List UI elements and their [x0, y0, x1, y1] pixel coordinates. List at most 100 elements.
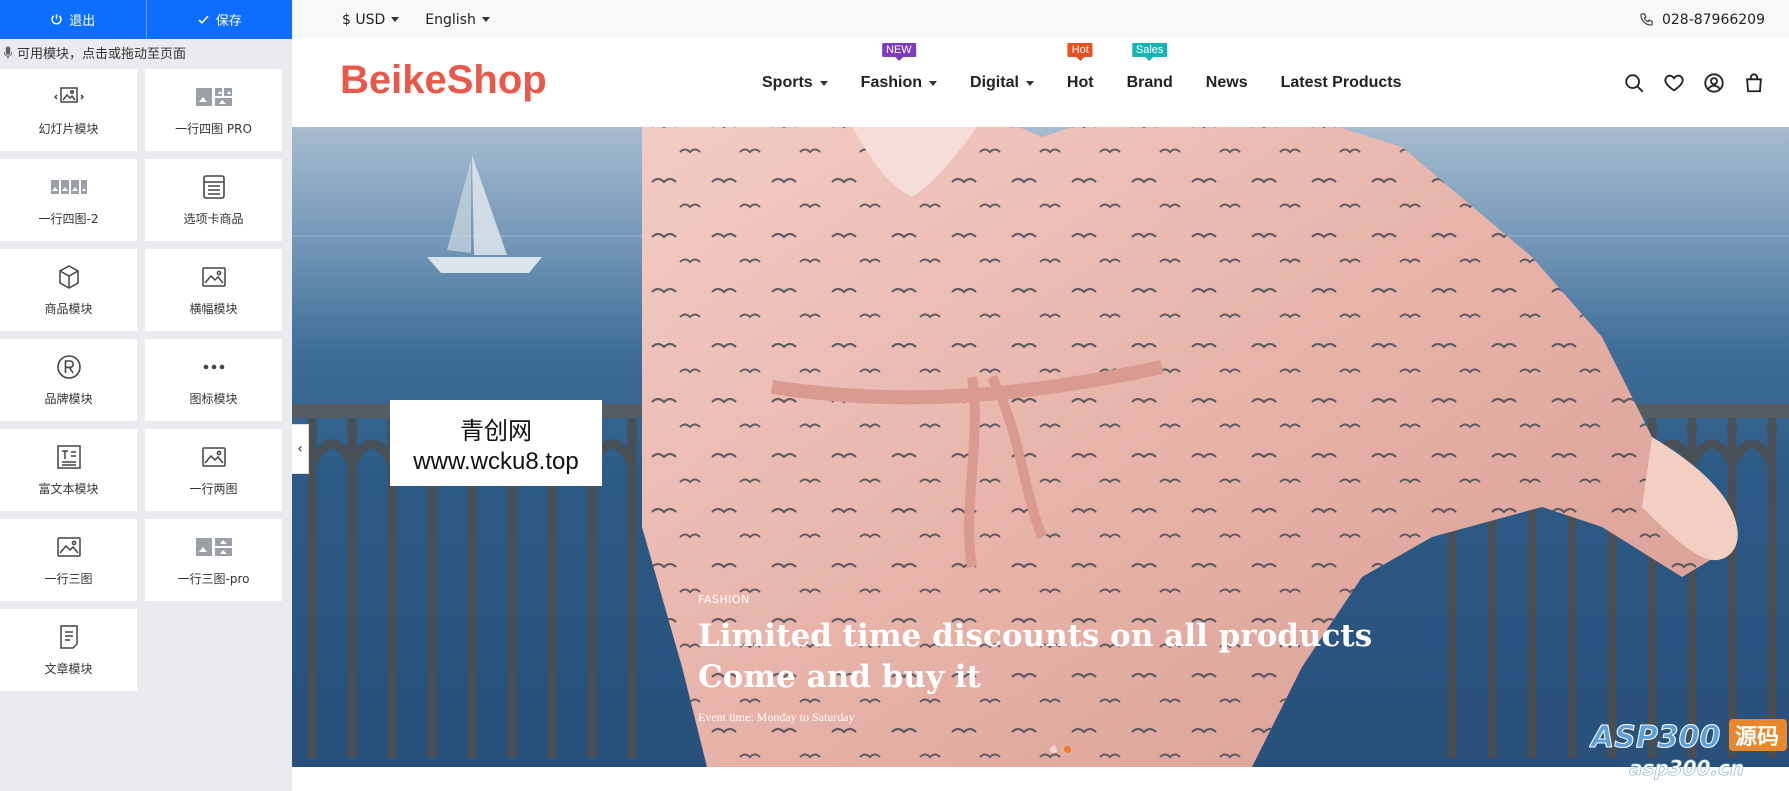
slideshow-icon — [53, 84, 84, 110]
nav-item-digital[interactable]: Digital — [970, 74, 1034, 92]
registered-brand-icon — [56, 354, 82, 380]
module-tile-label: 一行两图 — [189, 481, 238, 496]
currency-dropdown[interactable]: $ USD — [342, 11, 400, 28]
watermark-box: 青创网 www.wcku8.top — [390, 400, 602, 486]
module-tile-label: 幻灯片模块 — [38, 121, 99, 136]
nav-item-label: Latest Products — [1280, 74, 1402, 91]
asp300-watermark-logo: ASP300 源码 asp300.cn — [1589, 719, 1787, 780]
module-tile-label: 横幅模块 — [189, 301, 238, 316]
wishlist-heart-icon[interactable] — [1663, 72, 1685, 94]
module-tile[interactable]: 横幅模块 — [145, 249, 282, 331]
slide-dot-1[interactable] — [1050, 746, 1057, 753]
module-tile[interactable]: 一行四图-2 — [0, 159, 137, 241]
hero-title-line-2: Come and buy it — [698, 659, 981, 695]
two-images-icon — [201, 444, 227, 470]
module-tile-label: 一行三图 — [44, 571, 93, 586]
rich-text-icon — [56, 444, 82, 470]
chevron-left-icon: ‹ — [297, 441, 303, 457]
microphone-icon — [3, 45, 13, 59]
caret-down-icon — [819, 80, 828, 86]
article-icon — [57, 624, 81, 650]
store-preview: $ USD English 028-87966209 BeikeShop Spo… — [292, 0, 1789, 791]
caret-down-icon — [929, 80, 938, 86]
watermark-line-2: www.wcku8.top — [413, 447, 579, 475]
module-tile-label: 选项卡商品 — [183, 211, 244, 226]
module-tile[interactable]: 品牌模块 — [0, 339, 137, 421]
nav-badge: Sales — [1131, 43, 1168, 57]
account-user-icon[interactable] — [1703, 72, 1725, 94]
slider-pagination — [1050, 746, 1071, 753]
module-tile-label: 商品模块 — [44, 301, 93, 316]
module-tile[interactable]: 一行三图-pro — [145, 519, 282, 601]
nav-item-brand[interactable]: Brand Sales — [1126, 43, 1173, 92]
module-tile-label: 文章模块 — [44, 661, 93, 676]
nav-item-label: Digital — [970, 74, 1019, 91]
three-images-pro-icon — [195, 534, 232, 560]
svg-text:源码: 源码 — [1735, 725, 1779, 750]
modules-hint: 可用模块，点击或拖动至页面 — [0, 39, 292, 65]
page: 退出 保存 可用模块，点击或拖动至页面 幻灯片模块 一行四图 PRO 一行四图-2 选… — [0, 0, 1789, 791]
four-images-icon — [50, 174, 87, 200]
check-icon — [198, 15, 209, 24]
currency-label: $ USD — [342, 11, 386, 28]
nav-item-sports[interactable]: Sports — [762, 74, 828, 92]
sailboat-illustration — [427, 155, 542, 273]
slide-dot-2[interactable] — [1064, 746, 1071, 753]
language-dropdown[interactable]: English — [425, 12, 490, 28]
module-tile[interactable]: 一行三图 — [0, 519, 137, 601]
module-tile-label: 富文本模块 — [38, 481, 99, 496]
phone-number: 028-87966209 — [1661, 11, 1765, 28]
banner-image-icon — [201, 264, 227, 290]
hero-subtitle: Event time: Monday to Saturday — [698, 710, 855, 724]
nav-badge: NEW — [882, 43, 916, 57]
editor-toolbar: 退出 保存 — [0, 0, 292, 39]
module-tile-label: 一行四图-2 — [38, 211, 99, 226]
module-tile[interactable]: 一行两图 — [145, 429, 282, 511]
nav-item-label: News — [1205, 74, 1248, 91]
nav-item-label: Hot — [1066, 74, 1094, 91]
module-tile[interactable]: 幻灯片模块 — [0, 69, 137, 151]
main-nav: Sports Fashion NEW Digital Hot Hot Brand Sales N… — [762, 39, 1402, 127]
four-images-pro-icon — [195, 84, 232, 110]
nav-item-news[interactable]: News — [1206, 74, 1248, 92]
module-tile[interactable]: 富文本模块 — [0, 429, 137, 511]
nav-item-label: Fashion — [860, 74, 923, 91]
module-tile[interactable]: 一行四图 PRO — [145, 69, 282, 151]
exit-button[interactable]: 退出 — [0, 0, 146, 39]
module-tile[interactable]: 文章模块 — [0, 609, 137, 691]
collapse-panel-button[interactable]: ‹ — [292, 424, 309, 474]
module-tile-label: 一行四图 PRO — [175, 121, 252, 136]
store-logo[interactable]: BeikeShop — [340, 58, 547, 103]
nav-item-latest-products[interactable]: Latest Products — [1281, 74, 1402, 92]
save-button[interactable]: 保存 — [145, 0, 293, 39]
nav-item-label: Sports — [762, 74, 813, 91]
three-images-icon — [56, 534, 82, 560]
exit-label: 退出 — [69, 14, 96, 29]
watermark-line-1: 青创网 — [460, 416, 532, 445]
module-tile[interactable]: 商品模块 — [0, 249, 137, 331]
hero-caption: FASHION Limited time discounts on all pr… — [698, 593, 1372, 725]
caret-down-icon — [481, 17, 490, 22]
nav-item-fashion[interactable]: Fashion NEW — [860, 43, 938, 92]
cart-bag-icon[interactable] — [1743, 72, 1765, 94]
hero-title-line-1: Limited time discounts on all products — [698, 618, 1373, 654]
module-tile-label: 一行三图-pro — [177, 571, 250, 586]
search-icon[interactable] — [1623, 72, 1645, 94]
top-strip: $ USD English 028-87966209 — [292, 0, 1789, 39]
hero-kicker: FASHION — [698, 593, 750, 606]
phone-contact: 028-87966209 — [1639, 0, 1765, 39]
module-tile[interactable]: 图标模块 — [145, 339, 282, 421]
nav-item-label: Brand — [1126, 74, 1173, 91]
header-icons — [1623, 39, 1765, 127]
language-label: English — [425, 11, 476, 28]
nav-item-hot[interactable]: Hot Hot — [1066, 43, 1094, 92]
svg-text:ASP300: ASP300 — [1589, 720, 1720, 755]
editor-panel: 退出 保存 可用模块，点击或拖动至页面 幻灯片模块 一行四图 PRO 一行四图-2 选… — [0, 0, 309, 791]
power-icon — [51, 14, 62, 25]
tab-products-icon — [201, 174, 227, 200]
caret-down-icon — [391, 17, 400, 22]
module-grid: 幻灯片模块 一行四图 PRO 一行四图-2 选项卡商品商品模块 横幅模块品牌模块 图标模块… — [0, 69, 282, 691]
module-tile-label: 品牌模块 — [44, 391, 93, 406]
modules-hint-text: 可用模块，点击或拖动至页面 — [17, 46, 187, 62]
module-tile[interactable]: 选项卡商品 — [145, 159, 282, 241]
